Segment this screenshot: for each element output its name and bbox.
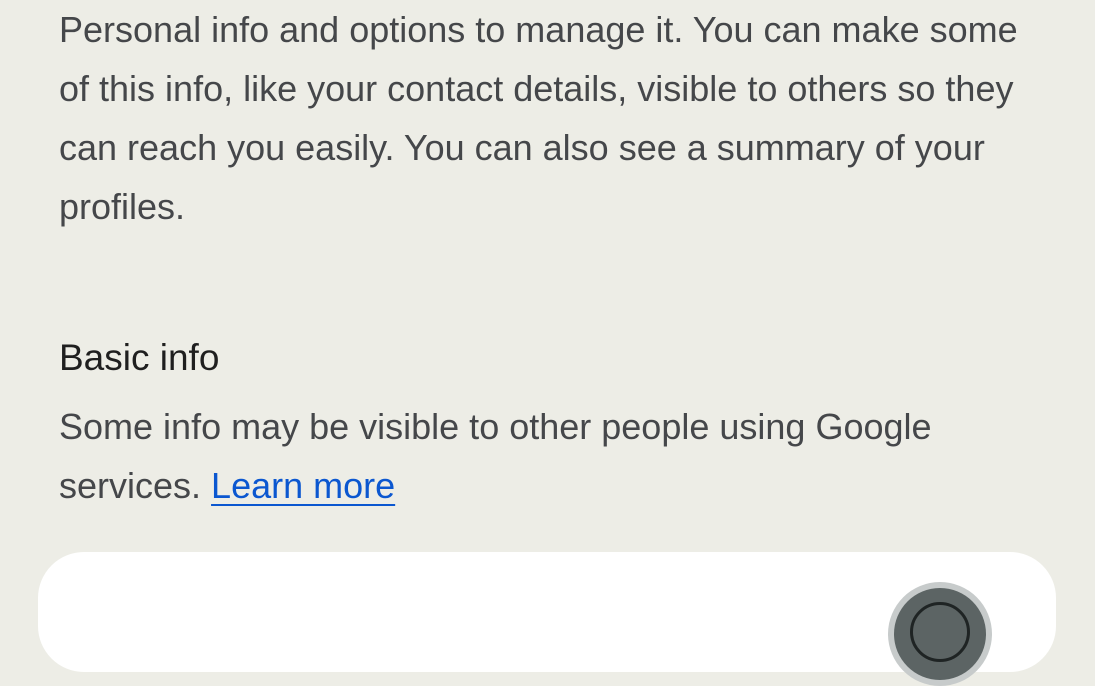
page-description: Personal info and options to manage it. … (59, 9, 1018, 227)
learn-more-link[interactable]: Learn more (211, 465, 395, 506)
basic-info-heading: Basic info (59, 337, 220, 378)
avatar-icon (910, 602, 970, 662)
avatar-ring (894, 588, 986, 680)
profile-photo-avatar[interactable] (888, 582, 992, 686)
basic-info-description-text: Some info may be visible to other people… (59, 406, 932, 506)
basic-info-description: Some info may be visible to other people… (59, 397, 1049, 515)
